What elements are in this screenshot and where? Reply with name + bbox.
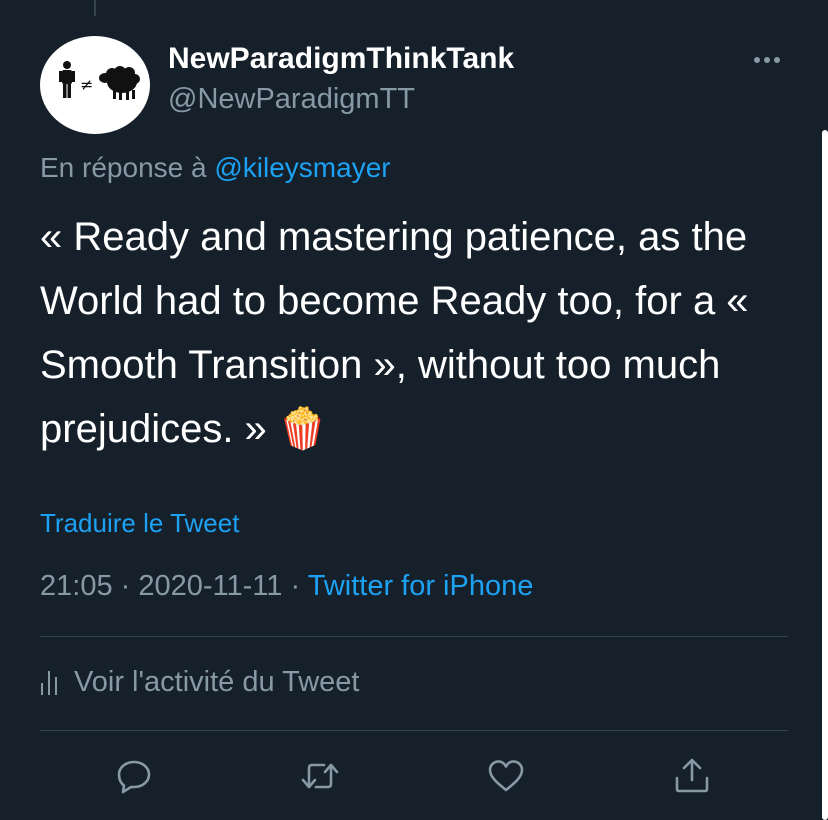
- divider: [40, 730, 788, 731]
- tweet-activity-link[interactable]: Voir l'activité du Tweet: [40, 662, 359, 702]
- reply-context: En réponse à @kileysmayer: [40, 152, 391, 184]
- reply-mention-link[interactable]: @kileysmayer: [214, 152, 390, 183]
- tweet-text: « Ready and mastering patience, as the W…: [40, 215, 749, 451]
- tweet-date: 2020-11-11: [138, 570, 283, 602]
- bar-chart-icon: [41, 671, 57, 695]
- translate-tweet-link[interactable]: Traduire le Tweet: [40, 508, 239, 539]
- meta-separator: ·: [290, 570, 301, 602]
- avatar[interactable]: ≠: [40, 36, 150, 134]
- like-icon[interactable]: [486, 756, 526, 796]
- tweet-source-link[interactable]: Twitter for iPhone: [308, 570, 534, 602]
- display-name[interactable]: NewParadigmThinkTank: [168, 42, 514, 76]
- svg-text:≠: ≠: [80, 75, 93, 94]
- activity-label: Voir l'activité du Tweet: [74, 665, 360, 698]
- tweet-time: 21:05: [40, 570, 113, 602]
- retweet-icon[interactable]: [300, 756, 340, 796]
- reply-prefix: En réponse à: [40, 152, 207, 183]
- more-icon[interactable]: [752, 52, 786, 68]
- thread-connector-line: [94, 0, 96, 16]
- share-icon[interactable]: [672, 756, 712, 796]
- reply-icon[interactable]: [114, 756, 154, 796]
- scrollbar[interactable]: [822, 130, 828, 820]
- tweet-metadata: 21:05 · 2020-11-11 · Twitter for iPhone: [40, 570, 533, 603]
- meta-separator: ·: [120, 570, 131, 602]
- user-handle[interactable]: @NewParadigmTT: [168, 83, 415, 116]
- avatar-image: ≠: [59, 61, 140, 100]
- divider: [40, 636, 788, 637]
